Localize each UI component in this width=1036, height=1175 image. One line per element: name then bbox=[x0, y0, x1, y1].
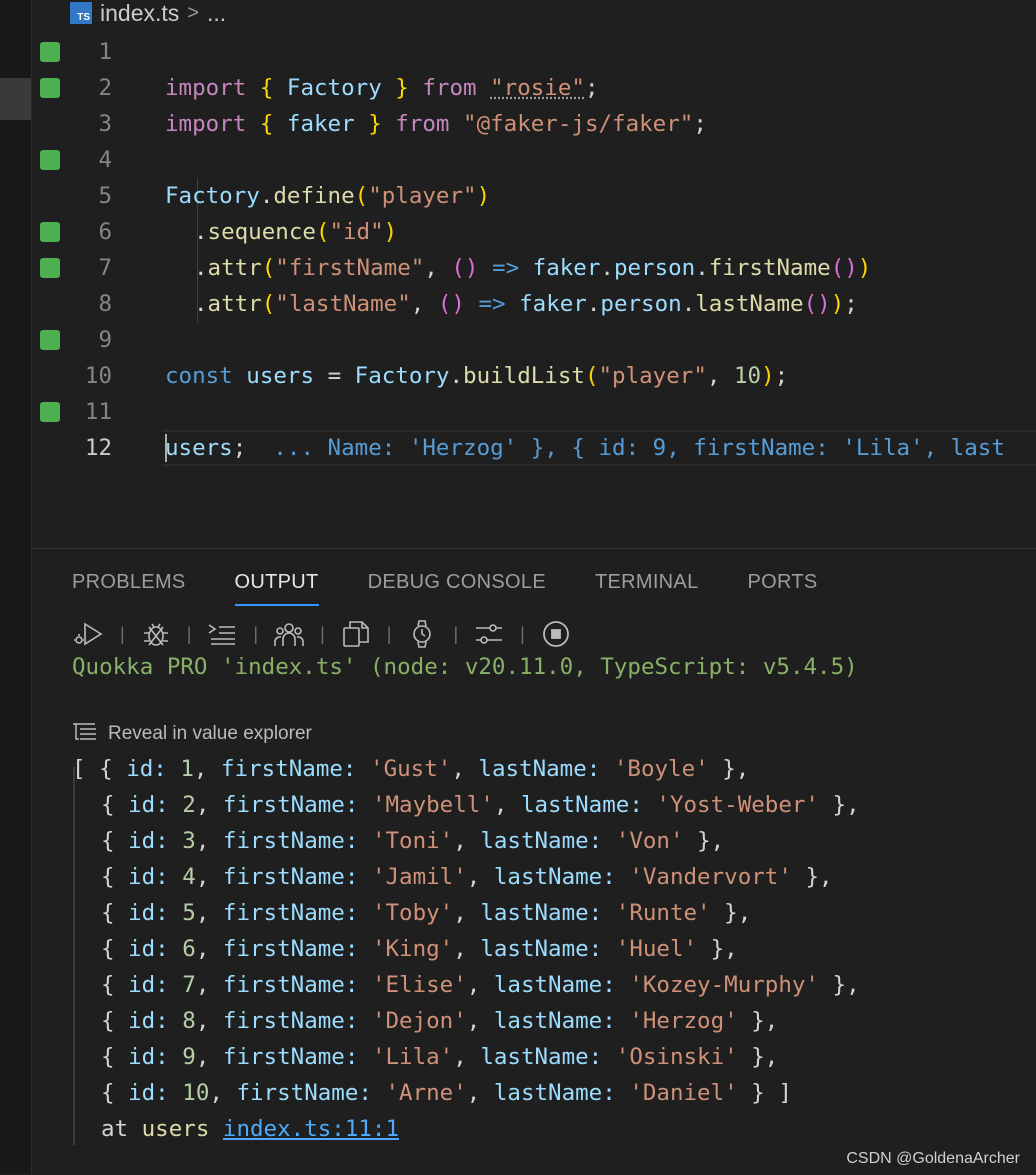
output-record: { id: 7, firstName: 'Elise', lastName: '… bbox=[101, 972, 860, 998]
value-explorer-icon bbox=[72, 721, 98, 747]
bottom-panel: PROBLEMS OUTPUT DEBUG CONSOLE TERMINAL P… bbox=[32, 548, 1036, 1175]
code-line-12[interactable] bbox=[32, 430, 1036, 466]
reveal-label: Reveal in value explorer bbox=[108, 723, 312, 744]
typescript-file-icon: TS bbox=[70, 2, 92, 24]
copy-icon[interactable] bbox=[339, 619, 373, 649]
watch-icon[interactable] bbox=[405, 619, 439, 649]
panel-tabs: PROBLEMS OUTPUT DEBUG CONSOLE TERMINAL P… bbox=[72, 571, 818, 606]
tab-terminal[interactable]: TERMINAL bbox=[595, 571, 699, 606]
run-icon[interactable] bbox=[72, 619, 106, 649]
quokka-toolbar: | | | | | | | bbox=[72, 619, 573, 649]
code-editor[interactable]: 1 2 3 4 5 6 7 8 9 10 11 12 import { Factory } from … bbox=[32, 34, 1036, 546]
people-icon[interactable] bbox=[272, 619, 306, 649]
breadcrumb-more[interactable]: ... bbox=[207, 0, 226, 27]
current-line-highlight bbox=[162, 430, 1036, 466]
breadcrumb-separator: > bbox=[187, 1, 199, 24]
quokka-header-line: Quokka PRO 'index.ts' (node: v20.11.0, T… bbox=[72, 654, 858, 680]
breadcrumb-file[interactable]: index.ts bbox=[100, 0, 179, 27]
tab-ports[interactable]: PORTS bbox=[748, 571, 818, 606]
watermark: CSDN @GoldenaArcher bbox=[846, 1150, 1020, 1167]
settings-sliders-icon[interactable] bbox=[472, 619, 506, 649]
output-record: { id: 4, firstName: 'Jamil', lastName: '… bbox=[101, 864, 833, 890]
reveal-in-value-explorer[interactable]: Reveal in value explorer bbox=[72, 721, 312, 747]
toolbar-separator: | bbox=[520, 623, 525, 644]
tab-output[interactable]: OUTPUT bbox=[234, 571, 319, 606]
code-line-9: const users = Factory.buildList("player"… bbox=[165, 363, 789, 389]
stop-icon[interactable] bbox=[539, 619, 573, 649]
debug-icon[interactable] bbox=[139, 619, 173, 649]
output-record: [ { id: 1, firstName: 'Gust', lastName: … bbox=[72, 756, 750, 782]
output-record: { id: 6, firstName: 'King', lastName: 'H… bbox=[101, 936, 738, 962]
code-line-4: Factory.define("player") bbox=[165, 183, 491, 209]
output-indent-guide bbox=[73, 767, 75, 1145]
output-record: { id: 10, firstName: 'Arne', lastName: '… bbox=[101, 1080, 792, 1106]
toolbar-separator: | bbox=[453, 623, 459, 644]
tab-debug-console[interactable]: DEBUG CONSOLE bbox=[368, 571, 546, 606]
output-record: { id: 2, firstName: 'Maybell', lastName:… bbox=[101, 792, 860, 818]
code-line-7: .attr("lastName", () => faker.person.las… bbox=[194, 291, 858, 317]
code-line-11: users; ... Name: 'Herzog' }, { id: 9, fi… bbox=[165, 435, 1005, 461]
code-line-6: .attr("firstName", () => faker.person.fi… bbox=[194, 255, 872, 281]
toolbar-separator: | bbox=[320, 623, 325, 644]
activity-bar bbox=[0, 0, 32, 1174]
breadcrumb: TS index.ts > ... bbox=[70, 0, 226, 26]
activity-bar-selected-item[interactable] bbox=[0, 78, 31, 120]
toolbar-separator: | bbox=[120, 623, 125, 644]
source-location-link[interactable]: index.ts:11:1 bbox=[223, 1116, 399, 1142]
code-line-2: import { faker } from "@faker-js/faker"; bbox=[165, 111, 707, 137]
toolbar-separator: | bbox=[186, 623, 192, 644]
text-cursor bbox=[165, 434, 167, 462]
toolbar-separator: | bbox=[253, 623, 259, 644]
tab-problems[interactable]: PROBLEMS bbox=[72, 571, 186, 606]
output-record: { id: 9, firstName: 'Lila', lastName: 'O… bbox=[101, 1044, 779, 1070]
code-line-5: .sequence("id") bbox=[194, 219, 398, 245]
output-location-line: at users index.ts:11:1 bbox=[101, 1116, 400, 1142]
output-record: { id: 5, firstName: 'Toby', lastName: 'R… bbox=[101, 900, 752, 926]
list-indent-icon[interactable] bbox=[205, 619, 239, 649]
code-line-1: import { Factory } from "rosie"; bbox=[165, 75, 599, 101]
output-record: { id: 8, firstName: 'Dejon', lastName: '… bbox=[101, 1008, 779, 1034]
toolbar-separator: | bbox=[386, 623, 392, 644]
output-record: { id: 3, firstName: 'Toni', lastName: 'V… bbox=[101, 828, 725, 854]
